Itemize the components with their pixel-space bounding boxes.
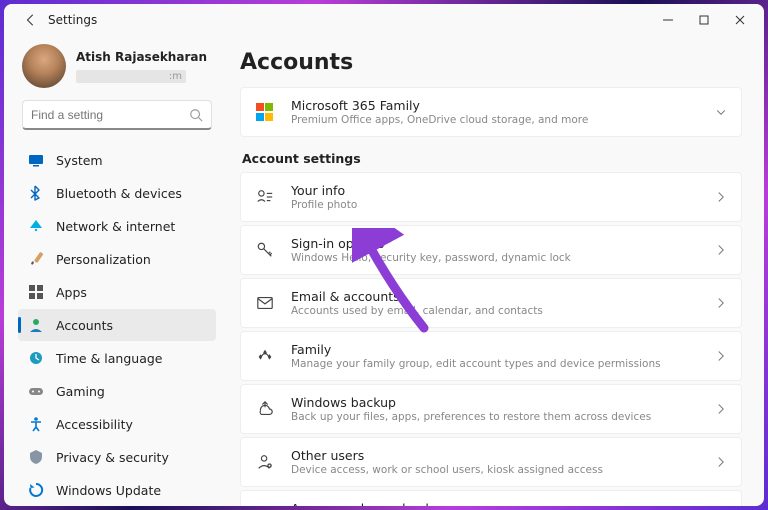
card-title: Family bbox=[291, 342, 715, 357]
back-button[interactable] bbox=[22, 11, 40, 29]
card-title: Your info bbox=[291, 183, 715, 198]
nav-item-update[interactable]: Windows Update bbox=[18, 474, 216, 506]
time-icon bbox=[28, 350, 44, 366]
nav-list: System Bluetooth & devices Network & inter… bbox=[18, 144, 216, 506]
profile-name: Atish Rajasekharan bbox=[76, 50, 207, 64]
personalization-icon bbox=[28, 251, 44, 267]
settings-window: Settings Atish Rajasekharan :m System Blu… bbox=[4, 4, 764, 506]
card-subtitle: Manage your family group, edit account t… bbox=[291, 358, 715, 370]
nav-item-network[interactable]: Network & internet bbox=[18, 210, 216, 242]
nav-label: Network & internet bbox=[56, 219, 175, 234]
card-title: Windows backup bbox=[291, 395, 715, 410]
nav-item-accessibility[interactable]: Accessibility bbox=[18, 408, 216, 440]
card-mail[interactable]: Email & accountsAccounts used by email, … bbox=[240, 278, 742, 328]
nav-label: Personalization bbox=[56, 252, 151, 267]
card-title: Microsoft 365 Family bbox=[291, 98, 715, 113]
nav-label: System bbox=[56, 153, 103, 168]
main-pane: Accounts Microsoft 365 Family Premium Of… bbox=[222, 36, 764, 506]
card-family[interactable]: FamilyManage your family group, edit acc… bbox=[240, 331, 742, 381]
nav-label: Gaming bbox=[56, 384, 105, 399]
card-other-users[interactable]: Other usersDevice access, work or school… bbox=[240, 437, 742, 487]
card-title: Access work or school bbox=[291, 501, 715, 506]
card-subtitle: Device access, work or school users, kio… bbox=[291, 464, 715, 476]
nav-item-accounts[interactable]: Accounts bbox=[18, 309, 216, 341]
mail-icon bbox=[255, 293, 275, 313]
nav-item-system[interactable]: System bbox=[18, 144, 216, 176]
privacy-icon bbox=[28, 449, 44, 465]
apps-icon bbox=[28, 284, 44, 300]
nav-label: Bluetooth & devices bbox=[56, 186, 182, 201]
card-microsoft-365[interactable]: Microsoft 365 Family Premium Office apps… bbox=[240, 87, 742, 137]
profile-email: :m bbox=[76, 70, 186, 83]
nav-label: Apps bbox=[56, 285, 87, 300]
chevron-right-icon bbox=[715, 294, 727, 313]
chevron-right-icon bbox=[715, 506, 727, 507]
titlebar: Settings bbox=[4, 4, 764, 36]
nav-item-apps[interactable]: Apps bbox=[18, 276, 216, 308]
card-subtitle: Premium Office apps, OneDrive cloud stor… bbox=[291, 114, 715, 126]
card-subtitle: Windows Hello, security key, password, d… bbox=[291, 252, 715, 264]
minimize-button[interactable] bbox=[650, 6, 686, 34]
window-controls bbox=[650, 6, 758, 34]
family-icon bbox=[255, 346, 275, 366]
sidebar: Atish Rajasekharan :m System Bluetooth & … bbox=[4, 36, 222, 506]
card-work[interactable]: Access work or schoolOrganization resour… bbox=[240, 490, 742, 506]
nav-label: Time & language bbox=[56, 351, 162, 366]
nav-item-privacy[interactable]: Privacy & security bbox=[18, 441, 216, 473]
card-title: Other users bbox=[291, 448, 715, 463]
section-head-account-settings: Account settings bbox=[242, 151, 742, 166]
nav-item-personalization[interactable]: Personalization bbox=[18, 243, 216, 275]
bluetooth-icon bbox=[28, 185, 44, 201]
chevron-right-icon bbox=[715, 188, 727, 207]
card-key[interactable]: Sign-in optionsWindows Hello, security k… bbox=[240, 225, 742, 275]
card-user-info[interactable]: Your infoProfile photo bbox=[240, 172, 742, 222]
key-icon bbox=[255, 240, 275, 260]
card-subtitle: Profile photo bbox=[291, 199, 715, 211]
window-title: Settings bbox=[48, 13, 97, 27]
chevron-right-icon bbox=[715, 241, 727, 260]
chevron-down-icon bbox=[715, 103, 727, 122]
close-button[interactable] bbox=[722, 6, 758, 34]
profile-block[interactable]: Atish Rajasekharan :m bbox=[22, 44, 212, 88]
card-backup[interactable]: Windows backupBack up your files, apps, … bbox=[240, 384, 742, 434]
chevron-right-icon bbox=[715, 400, 727, 419]
search-input[interactable] bbox=[31, 108, 189, 122]
maximize-button[interactable] bbox=[686, 6, 722, 34]
accounts-icon bbox=[28, 317, 44, 333]
nav-label: Accounts bbox=[56, 318, 113, 333]
accessibility-icon bbox=[28, 416, 44, 432]
nav-label: Accessibility bbox=[56, 417, 133, 432]
card-subtitle: Back up your files, apps, preferences to… bbox=[291, 411, 715, 423]
nav-label: Windows Update bbox=[56, 483, 161, 498]
card-title: Email & accounts bbox=[291, 289, 715, 304]
search-icon bbox=[189, 108, 203, 122]
card-subtitle: Accounts used by email, calendar, and co… bbox=[291, 305, 715, 317]
chevron-right-icon bbox=[715, 347, 727, 366]
page-title: Accounts bbox=[240, 50, 742, 75]
nav-item-gaming[interactable]: Gaming bbox=[18, 375, 216, 407]
nav-label: Privacy & security bbox=[56, 450, 169, 465]
backup-icon bbox=[255, 399, 275, 419]
chevron-right-icon bbox=[715, 453, 727, 472]
microsoft-365-icon bbox=[255, 102, 275, 122]
network-icon bbox=[28, 218, 44, 234]
other-users-icon bbox=[255, 452, 275, 472]
update-icon bbox=[28, 482, 44, 498]
user-info-icon bbox=[255, 187, 275, 207]
nav-item-bluetooth[interactable]: Bluetooth & devices bbox=[18, 177, 216, 209]
card-list: Your infoProfile photoSign-in optionsWin… bbox=[240, 172, 742, 506]
work-icon bbox=[255, 505, 275, 506]
search-box[interactable] bbox=[22, 100, 212, 130]
card-title: Sign-in options bbox=[291, 236, 715, 251]
system-icon bbox=[28, 152, 44, 168]
avatar bbox=[22, 44, 66, 88]
gaming-icon bbox=[28, 383, 44, 399]
nav-item-time[interactable]: Time & language bbox=[18, 342, 216, 374]
